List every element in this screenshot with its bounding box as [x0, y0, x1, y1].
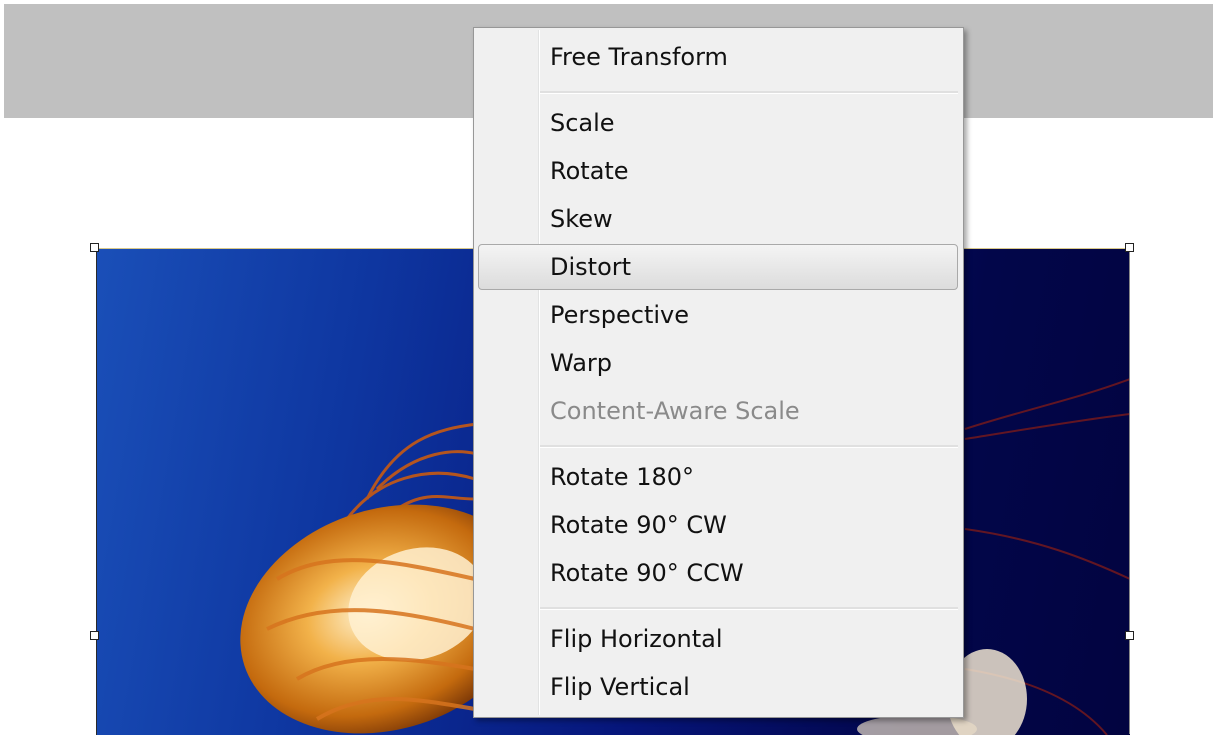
menu-item-label: Free Transform: [550, 43, 728, 71]
menu-item-label: Skew: [550, 205, 613, 233]
transform-handle-middle-right[interactable]: [1125, 631, 1134, 640]
bounding-box-right-edge: [1129, 248, 1130, 734]
menu-item-rotate-90-cw[interactable]: Rotate 90° CW: [478, 502, 958, 548]
menu-item-warp[interactable]: Warp: [478, 340, 958, 386]
menu-item-label: Perspective: [550, 301, 689, 329]
menu-item-rotate-90-ccw[interactable]: Rotate 90° CCW: [478, 550, 958, 596]
menu-item-label: Rotate 90° CCW: [550, 559, 744, 587]
menu-item-free-transform[interactable]: Free Transform: [478, 34, 958, 80]
transform-handle-middle-left[interactable]: [90, 631, 99, 640]
menu-separator: [540, 607, 958, 610]
menu-item-content-aware-scale: Content-Aware Scale: [478, 388, 958, 434]
menu-separator: [540, 91, 958, 94]
menu-item-label: Rotate 90° CW: [550, 511, 727, 539]
menu-item-label: Distort: [550, 253, 632, 281]
transform-handle-top-left[interactable]: [90, 243, 99, 252]
menu-item-label: Flip Vertical: [550, 673, 690, 701]
menu-item-perspective[interactable]: Perspective: [478, 292, 958, 338]
menu-item-distort[interactable]: Distort: [478, 244, 958, 290]
menu-item-rotate[interactable]: Rotate: [478, 148, 958, 194]
menu-item-skew[interactable]: Skew: [478, 196, 958, 242]
menu-item-flip-vertical[interactable]: Flip Vertical: [478, 664, 958, 710]
menu-item-label: Scale: [550, 109, 615, 137]
menu-item-label: Warp: [550, 349, 613, 377]
menu-item-label: Content-Aware Scale: [550, 397, 800, 425]
menu-item-label: Flip Horizontal: [550, 625, 723, 653]
menu-item-rotate-180[interactable]: Rotate 180°: [478, 454, 958, 500]
menu-item-scale[interactable]: Scale: [478, 100, 958, 146]
menu-separator: [540, 445, 958, 448]
menu-item-flip-horizontal[interactable]: Flip Horizontal: [478, 616, 958, 662]
transform-handle-top-right[interactable]: [1125, 243, 1134, 252]
transform-context-menu: Free Transform Scale Rotate Skew Distort…: [473, 27, 964, 718]
menu-item-label: Rotate: [550, 157, 629, 185]
menu-item-label: Rotate 180°: [550, 463, 695, 491]
